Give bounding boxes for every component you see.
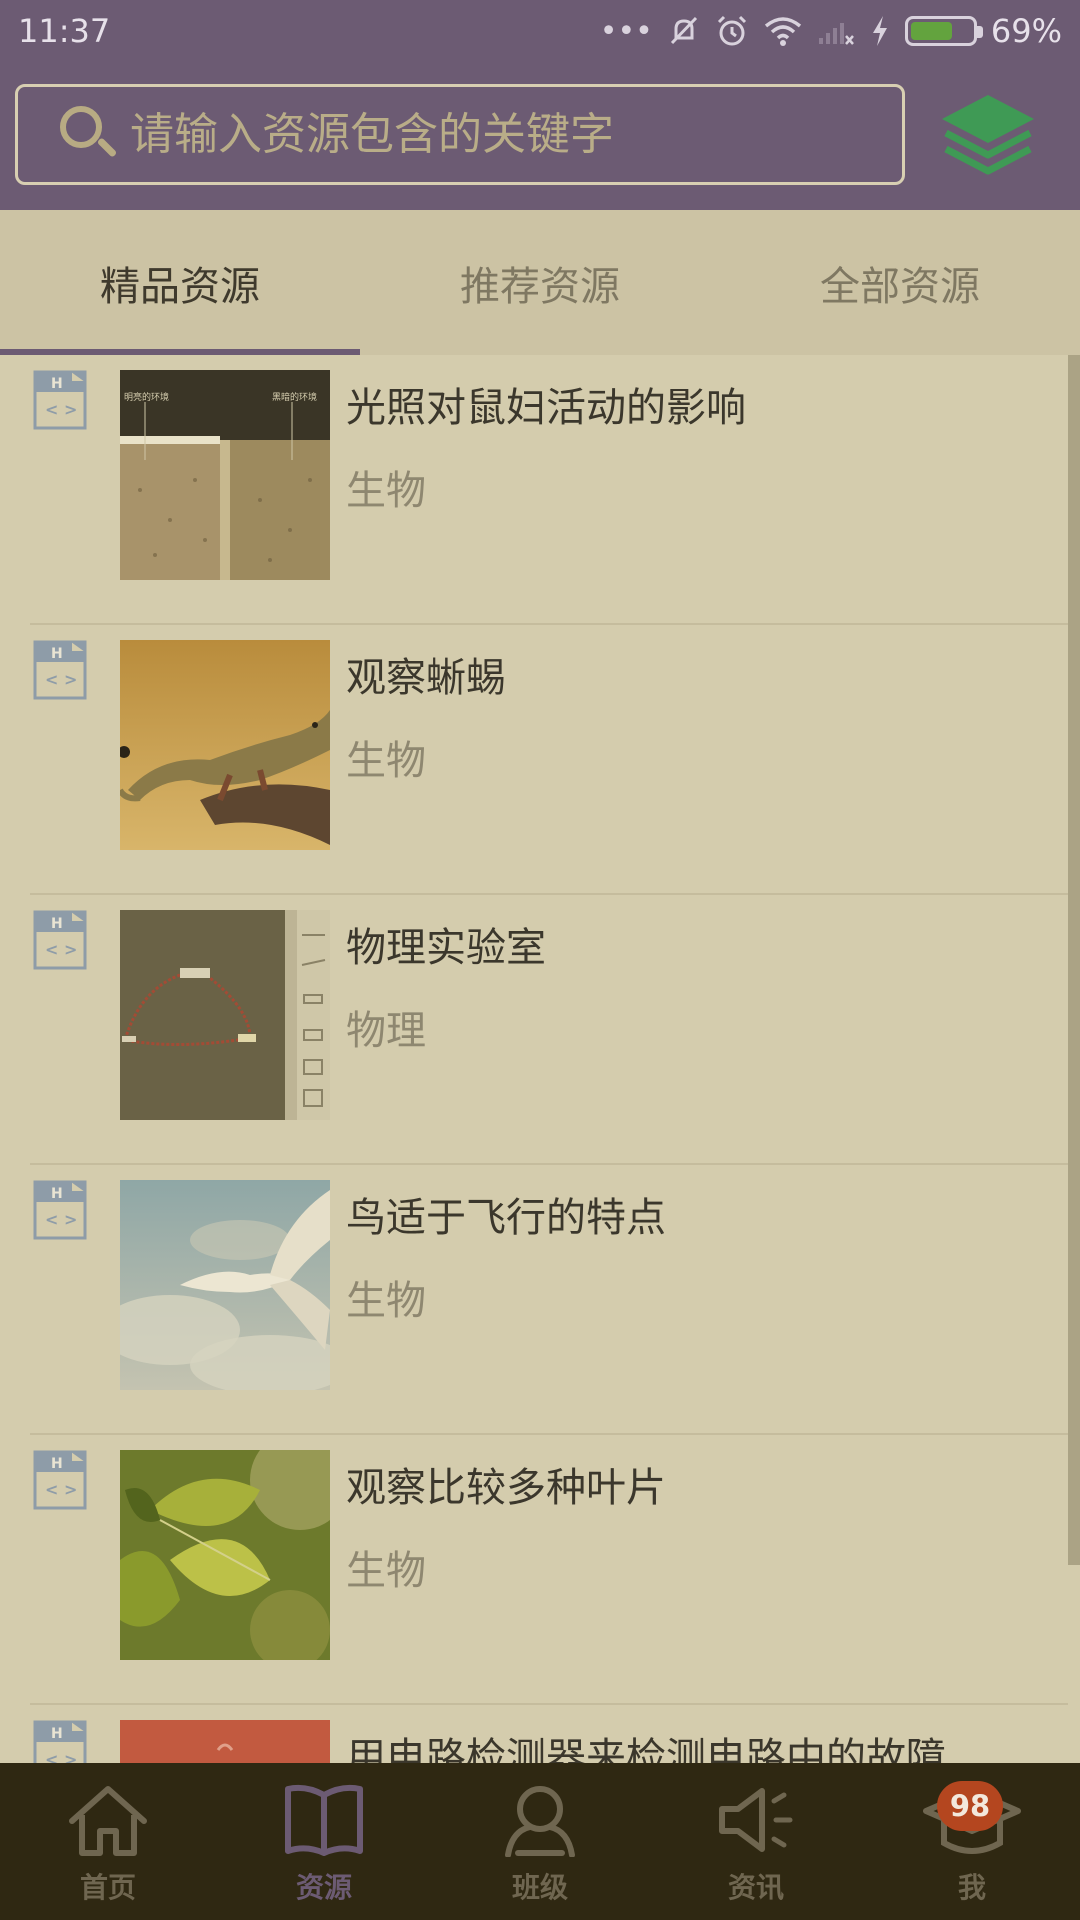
charging-icon <box>872 16 887 46</box>
tab-all-resources[interactable]: 全部资源 <box>720 210 1080 355</box>
resource-subject: 生物 <box>346 738 426 784</box>
search-header <box>0 62 1080 210</box>
search-icon <box>58 104 120 166</box>
nav-class[interactable]: 班级 <box>432 1763 648 1920</box>
svg-text:< >: < > <box>45 1480 77 1499</box>
status-icons: ••• 69% <box>600 12 1062 50</box>
tab-recommended-resources[interactable]: 推荐资源 <box>360 210 720 355</box>
nav-label: 首页 <box>79 1871 136 1904</box>
html-file-icon: H < > <box>33 1720 87 1763</box>
list-item[interactable]: H < > 明亮的环境 黑暗的环境 光照对鼠妇活动的影响 生物 <box>30 355 1068 625</box>
nav-label: 班级 <box>511 1871 568 1904</box>
nav-news[interactable]: 资讯 <box>648 1763 864 1920</box>
mute-icon <box>670 16 697 45</box>
nav-home[interactable]: 首页 <box>0 1763 216 1920</box>
html-file-icon: H < > <box>33 910 87 970</box>
resource-thumbnail <box>120 910 330 1120</box>
svg-text:H: H <box>51 916 63 932</box>
resource-thumbnail <box>120 640 330 850</box>
scrollbar[interactable] <box>1068 355 1080 1565</box>
svg-text:< >: < > <box>45 400 77 419</box>
resource-subject: 生物 <box>346 1278 426 1324</box>
nav-label: 资源 <box>295 1871 352 1904</box>
status-time: 11:37 <box>18 12 111 50</box>
html-file-icon: H < > <box>33 640 87 700</box>
list-item[interactable]: H < > 用电路检测器来检测电路中的故障 <box>30 1705 1068 1763</box>
bottom-nav: 首页 资源 班级 资讯 98 我 <box>0 1763 1080 1920</box>
battery-icon <box>904 16 983 46</box>
list-item[interactable]: H < > 观察蜥蜴 生物 <box>30 625 1068 895</box>
signal-icon <box>818 23 854 45</box>
resource-title: 物理实验室 <box>346 925 546 971</box>
layers-icon <box>942 95 1034 175</box>
status-bar: 11:37 ••• 69% <box>0 0 1080 62</box>
resource-list[interactable]: H < > 明亮的环境 黑暗的环境 光照对鼠妇活动的影响 生物 H < > 观察… <box>0 355 1080 1763</box>
list-item[interactable]: H < > 观察比较多种叶片 生物 <box>30 1435 1068 1705</box>
resource-title: 用电路检测器来检测电路中的故障 <box>346 1735 946 1763</box>
html-file-icon: H < > <box>33 370 87 430</box>
svg-text:< >: < > <box>45 1210 77 1229</box>
resource-thumbnail: 明亮的环境 黑暗的环境 <box>120 370 330 580</box>
list-item[interactable]: H < > 鸟适于飞行的特点 生物 <box>30 1165 1068 1435</box>
svg-text:H: H <box>51 1186 63 1202</box>
resource-title: 观察蜥蜴 <box>346 655 506 701</box>
svg-text:H: H <box>51 1726 63 1742</box>
search-input[interactable] <box>130 109 830 160</box>
html-file-icon: H < > <box>33 1450 87 1510</box>
resource-thumbnail <box>120 1180 330 1390</box>
svg-text:< >: < > <box>45 940 77 959</box>
home-icon <box>69 1786 147 1856</box>
thumb-label-bright: 明亮的环境 <box>124 391 169 403</box>
resource-title: 观察比较多种叶片 <box>346 1465 666 1511</box>
svg-text:H: H <box>51 646 63 662</box>
megaphone-icon <box>719 1788 793 1852</box>
battery-percent: 69% <box>990 12 1062 50</box>
wifi-icon <box>764 17 801 46</box>
more-dots-icon: ••• <box>599 13 653 49</box>
nav-me[interactable]: 98 我 <box>864 1763 1080 1920</box>
resource-thumbnail <box>120 1450 330 1660</box>
list-item[interactable]: H < > 物理实验室 物理 <box>30 895 1068 1165</box>
search-box[interactable] <box>15 84 905 185</box>
resource-subject: 生物 <box>346 468 426 514</box>
svg-text:H: H <box>51 376 63 392</box>
resource-title: 鸟适于飞行的特点 <box>346 1195 666 1241</box>
resource-subject: 物理 <box>346 1008 426 1054</box>
book-icon <box>285 1784 363 1856</box>
people-icon <box>505 1786 575 1857</box>
nav-label: 资讯 <box>727 1871 784 1904</box>
alarm-icon <box>717 15 746 46</box>
resource-thumbnail <box>120 1720 330 1763</box>
tab-bar: 精品资源 推荐资源 全部资源 <box>0 210 1080 355</box>
notification-badge: 98 <box>937 1781 1003 1831</box>
layers-button[interactable] <box>938 90 1038 180</box>
nav-resources[interactable]: 资源 <box>216 1763 432 1920</box>
svg-text:H: H <box>51 1456 63 1472</box>
tab-premium-resources[interactable]: 精品资源 <box>0 210 360 355</box>
svg-text:< >: < > <box>45 670 77 689</box>
resource-subject: 生物 <box>346 1548 426 1594</box>
resource-title: 光照对鼠妇活动的影响 <box>346 385 746 431</box>
svg-text:< >: < > <box>45 1750 77 1763</box>
nav-label: 我 <box>957 1871 986 1904</box>
thumb-label-dark: 黑暗的环境 <box>272 391 317 403</box>
html-file-icon: H < > <box>33 1180 87 1240</box>
